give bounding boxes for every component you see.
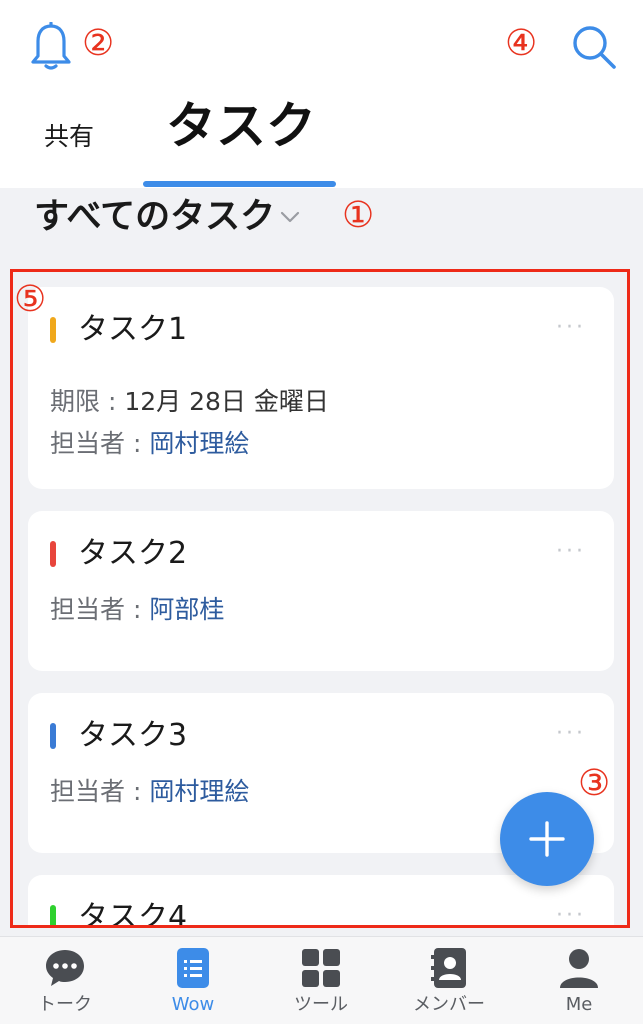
- nav-wow[interactable]: Wow: [138, 937, 248, 1024]
- nav-me[interactable]: Me: [524, 937, 634, 1024]
- nav-label: Me: [565, 994, 593, 1015]
- task-filter-dropdown[interactable]: すべてのタスク: [34, 192, 301, 242]
- annotation-marker-1: ①: [342, 195, 375, 236]
- nav-label: メンバー: [413, 994, 485, 1015]
- task-list-icon: [177, 948, 209, 988]
- contact-card-icon: [431, 948, 466, 988]
- bell-icon[interactable]: [28, 22, 74, 72]
- tab-tasks[interactable]: タスク: [166, 95, 316, 157]
- grid-icon: [302, 949, 340, 987]
- nav-label: ツール: [294, 994, 348, 1015]
- nav-tools[interactable]: ツール: [266, 937, 376, 1024]
- chevron-down-icon: [281, 211, 300, 223]
- search-icon[interactable]: [569, 22, 619, 72]
- header: ② ④ 共有 タスク: [0, 0, 643, 188]
- annotation-marker-3: ③: [578, 763, 611, 804]
- person-icon: [560, 949, 598, 988]
- annotation-marker-4: ④: [505, 23, 538, 64]
- nav-label: Wow: [171, 994, 215, 1015]
- add-task-button[interactable]: [500, 792, 594, 886]
- filter-label: すべてのタスク: [34, 197, 276, 237]
- tab-shared[interactable]: 共有: [44, 120, 94, 154]
- bottom-navigation: トーク Wow ツール メンバー Me: [0, 936, 643, 1024]
- annotation-marker-2: ②: [82, 23, 115, 64]
- plus-icon: [529, 821, 565, 857]
- annotation-marker-5: ⑤: [14, 279, 47, 320]
- nav-members[interactable]: メンバー: [394, 937, 504, 1024]
- active-tab-indicator: [143, 181, 336, 187]
- chat-bubble-icon: [46, 950, 84, 986]
- nav-talk[interactable]: トーク: [10, 937, 120, 1024]
- nav-label: トーク: [38, 994, 92, 1015]
